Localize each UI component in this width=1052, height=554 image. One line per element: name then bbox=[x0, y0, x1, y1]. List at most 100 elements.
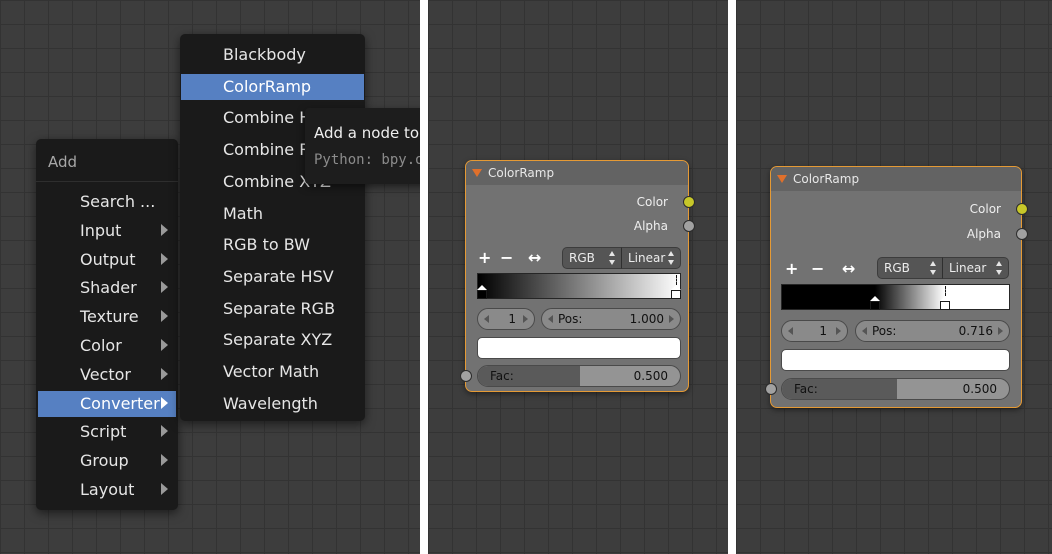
add-menu-item-input[interactable]: Input bbox=[38, 218, 176, 244]
node-header[interactable]: ColorRamp bbox=[466, 161, 688, 185]
color-output-socket[interactable] bbox=[683, 196, 695, 208]
node-editor-canvas-node1[interactable]: ColorRamp Color Alpha + − ↔ RGB Linear 1 bbox=[428, 0, 728, 554]
output-alpha-label: Alpha bbox=[966, 227, 1001, 241]
converter-item-vector-math[interactable]: Vector Math bbox=[181, 359, 364, 385]
node-header[interactable]: ColorRamp bbox=[771, 167, 1021, 191]
alpha-output-socket[interactable] bbox=[683, 220, 695, 232]
submenu-arrow-icon bbox=[161, 281, 168, 294]
interpolation-select[interactable]: Linear bbox=[621, 247, 681, 269]
add-menu-item-color[interactable]: Color bbox=[38, 333, 176, 359]
menu-item-label: Search ... bbox=[80, 192, 156, 211]
converter-submenu: Blackbody ColorRamp Combine HSV Combine RGB… bbox=[180, 34, 365, 421]
add-menu-item-vector[interactable]: Vector bbox=[38, 362, 176, 388]
color-mode-select[interactable]: RGB bbox=[877, 257, 943, 279]
interpolation-select[interactable]: Linear bbox=[942, 257, 1009, 279]
pos-label: Pos: bbox=[872, 324, 897, 338]
add-menu-item-script[interactable]: Script bbox=[38, 419, 176, 445]
updown-arrows-icon bbox=[668, 251, 675, 265]
menu-item-label: ColorRamp bbox=[223, 76, 312, 96]
fac-label: Fac: bbox=[794, 382, 818, 396]
updown-arrows-icon bbox=[609, 251, 616, 265]
colorramp-node[interactable]: ColorRamp Color Alpha + − ↔ RGB Linear 1 bbox=[765, 166, 1028, 408]
submenu-arrow-icon bbox=[161, 310, 168, 323]
stop-index-field[interactable]: 1 bbox=[477, 308, 535, 330]
increment-arrow-icon[interactable] bbox=[669, 315, 674, 323]
collapse-triangle-icon[interactable] bbox=[777, 175, 787, 183]
fac-value: 0.500 bbox=[633, 369, 668, 383]
converter-item-math[interactable]: Math bbox=[181, 201, 364, 227]
converter-item-separate-hsv[interactable]: Separate HSV bbox=[181, 264, 364, 290]
decrement-arrow-icon[interactable] bbox=[548, 315, 553, 323]
add-menu-item-output[interactable]: Output bbox=[38, 247, 176, 273]
node-editor-canvas-node2[interactable]: ColorRamp Color Alpha + − ↔ RGB Linear 1 bbox=[736, 0, 1052, 554]
color-mode-select[interactable]: RGB bbox=[562, 247, 622, 269]
converter-item-colorramp[interactable]: ColorRamp bbox=[181, 73, 364, 100]
add-menu-item-shader[interactable]: Shader bbox=[38, 275, 176, 301]
color-output-socket[interactable] bbox=[1016, 203, 1028, 215]
converter-item-wavelength[interactable]: Wavelength bbox=[181, 391, 364, 417]
menu-item-label: Separate HSV bbox=[223, 266, 334, 286]
add-menu-item-search[interactable]: Search ... bbox=[38, 189, 176, 215]
menu-item-label: Vector Math bbox=[223, 362, 320, 381]
decrement-arrow-icon[interactable] bbox=[862, 327, 867, 335]
add-stop-button[interactable]: + bbox=[785, 261, 798, 277]
menu-item-label: Group bbox=[80, 451, 129, 471]
menu-item-label: Wavelength bbox=[223, 393, 318, 413]
stop-color-swatch[interactable] bbox=[781, 349, 1010, 371]
menu-item-label: Separate RGB bbox=[223, 298, 336, 318]
add-menu-item-layout[interactable]: Layout bbox=[38, 477, 176, 503]
output-alpha-label: Alpha bbox=[633, 219, 668, 233]
alpha-output-socket[interactable] bbox=[1016, 228, 1028, 240]
decrement-arrow-icon[interactable] bbox=[484, 315, 489, 323]
submenu-arrow-icon bbox=[161, 367, 168, 380]
tooltip-python: Python: bpy.o bbox=[314, 152, 420, 168]
fac-input-socket[interactable] bbox=[765, 383, 777, 395]
decrement-arrow-icon[interactable] bbox=[788, 327, 793, 335]
ramp-stop-handle[interactable] bbox=[477, 285, 487, 299]
add-menu-item-converter[interactable]: Converter bbox=[38, 390, 176, 417]
add-stop-button[interactable]: + bbox=[478, 250, 491, 266]
add-menu-item-group[interactable]: Group bbox=[38, 448, 176, 474]
flip-ramp-button[interactable]: ↔ bbox=[842, 261, 855, 277]
fac-label: Fac: bbox=[490, 369, 514, 383]
pos-value: 1.000 bbox=[629, 312, 664, 326]
stop-position-field[interactable]: Pos: 0.716 bbox=[855, 320, 1010, 342]
interpolation-value: Linear bbox=[628, 251, 666, 265]
fac-slider[interactable]: Fac: 0.500 bbox=[781, 378, 1010, 400]
tooltip-description: Add a node to t bbox=[314, 124, 420, 142]
increment-arrow-icon[interactable] bbox=[523, 315, 528, 323]
ramp-stop-handle-active[interactable] bbox=[671, 285, 681, 299]
add-menu-item-texture[interactable]: Texture bbox=[38, 304, 176, 330]
converter-item-separate-rgb[interactable]: Separate RGB bbox=[181, 296, 364, 322]
active-stop-indicator bbox=[944, 286, 946, 296]
ramp-stop-handle[interactable] bbox=[869, 296, 880, 310]
node-editor-canvas-menu[interactable]: Add Search ... Input Output Shader Texture Co… bbox=[0, 0, 420, 554]
stop-index-value: 1 bbox=[819, 324, 827, 338]
color-ramp-bar[interactable] bbox=[781, 284, 1010, 310]
converter-item-separate-xyz[interactable]: Separate XYZ bbox=[181, 327, 364, 353]
updown-arrows-icon bbox=[930, 261, 937, 275]
increment-arrow-icon[interactable] bbox=[998, 327, 1003, 335]
color-mode-value: RGB bbox=[884, 261, 910, 275]
fac-slider[interactable]: Fac: 0.500 bbox=[477, 365, 681, 387]
converter-item-rgb-to-bw[interactable]: RGB to BW bbox=[181, 232, 364, 258]
colorramp-node[interactable]: ColorRamp Color Alpha + − ↔ RGB Linear 1 bbox=[460, 160, 695, 392]
ramp-stop-handle-active[interactable] bbox=[939, 296, 950, 310]
menu-item-label: Layout bbox=[80, 480, 135, 499]
remove-stop-button[interactable]: − bbox=[500, 250, 513, 266]
submenu-arrow-icon bbox=[161, 396, 168, 409]
remove-stop-button[interactable]: − bbox=[811, 261, 824, 277]
color-ramp-bar[interactable] bbox=[477, 273, 681, 299]
add-menu-separator bbox=[36, 181, 178, 182]
tooltip: Add a node to t Python: bpy.o bbox=[305, 108, 420, 184]
increment-arrow-icon[interactable] bbox=[836, 327, 841, 335]
flip-ramp-button[interactable]: ↔ bbox=[528, 250, 541, 266]
pos-value: 0.716 bbox=[958, 324, 993, 338]
converter-item-blackbody[interactable]: Blackbody bbox=[181, 42, 364, 68]
stop-color-swatch[interactable] bbox=[477, 337, 681, 359]
collapse-triangle-icon[interactable] bbox=[472, 169, 482, 177]
stop-index-field[interactable]: 1 bbox=[781, 320, 848, 342]
fac-input-socket[interactable] bbox=[460, 370, 472, 382]
stop-position-field[interactable]: Pos: 1.000 bbox=[541, 308, 681, 330]
menu-item-label: Script bbox=[80, 422, 127, 442]
